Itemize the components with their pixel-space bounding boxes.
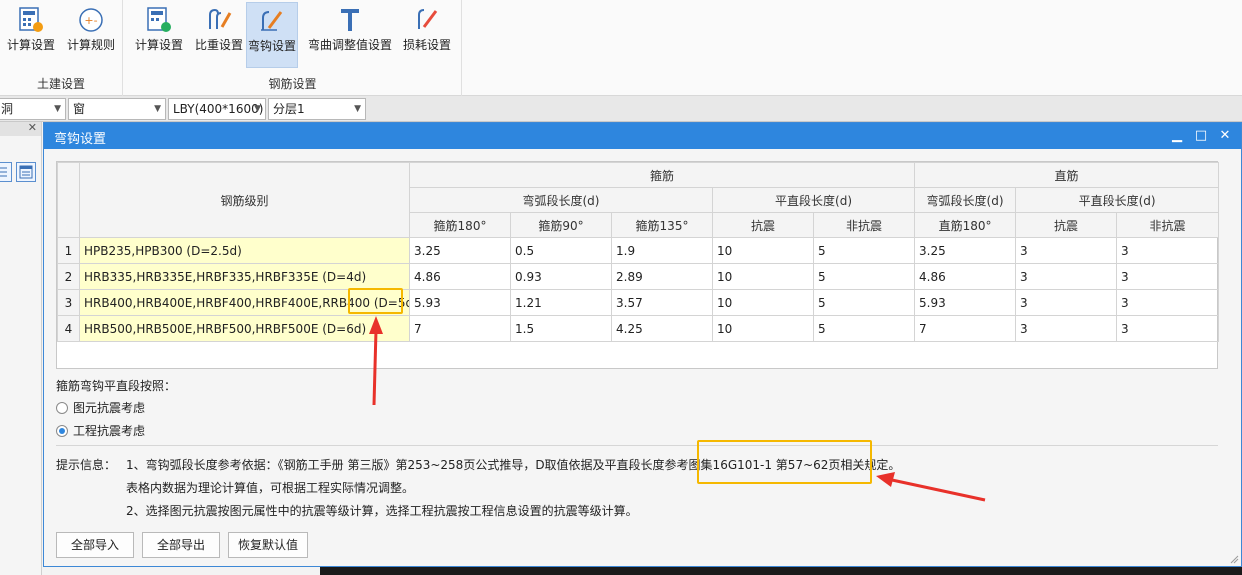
annotation-arrow-line [891, 478, 986, 502]
annotation-arrow-head [369, 316, 383, 334]
drawing-canvas-strip [320, 567, 1242, 575]
annotation-arrows [369, 316, 986, 502]
annotation-arrow-head [876, 472, 895, 487]
annotation-arrow-line [372, 329, 378, 406]
